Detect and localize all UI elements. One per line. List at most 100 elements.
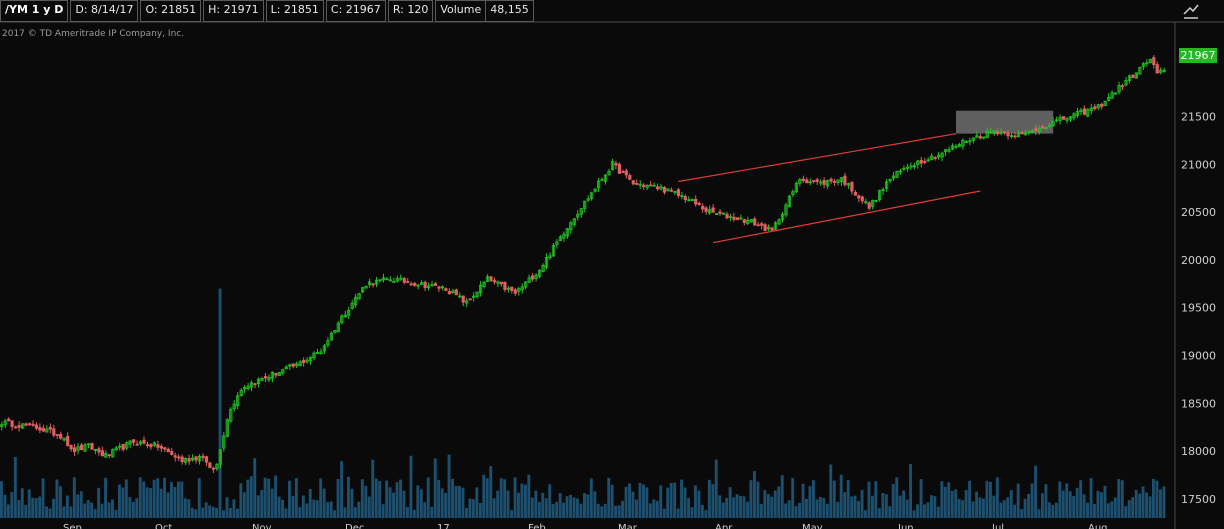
volume-bar [31, 497, 35, 518]
volume-bar [936, 506, 940, 518]
candle [697, 201, 701, 206]
candle-body [996, 131, 1000, 135]
consolidation-box [956, 110, 1054, 134]
volume-bar [579, 503, 583, 518]
volume-bar [596, 503, 600, 518]
channel-lower-line [712, 190, 981, 244]
volume-bar [1034, 465, 1037, 518]
candle [288, 363, 292, 370]
candle [871, 199, 875, 210]
candle [183, 457, 188, 466]
candle-body [163, 447, 167, 450]
candle-body [454, 289, 458, 296]
volume-bar [867, 481, 871, 518]
volume-bar [1013, 504, 1017, 518]
volume-bar [385, 480, 389, 518]
candle-body [631, 180, 635, 185]
x-tick-label: Feb [528, 523, 546, 529]
candle [315, 348, 320, 354]
candle [746, 216, 750, 225]
candle [597, 178, 601, 192]
candle [125, 441, 129, 451]
volume-bar [1037, 509, 1041, 518]
candle-body [867, 202, 871, 209]
volume-bar [805, 498, 808, 518]
volume-bar [513, 477, 517, 518]
volume-bar [62, 506, 66, 518]
candle-body [173, 455, 177, 458]
candle-body [489, 276, 493, 282]
trendline-icon[interactable] [1180, 1, 1202, 21]
volume-bar [90, 502, 94, 518]
candle [957, 142, 962, 148]
volume-bar [749, 480, 753, 518]
candle [347, 306, 351, 319]
volume-bar [197, 478, 201, 518]
y-tick-label: 18000 [1181, 445, 1216, 458]
volume-bar [305, 503, 309, 518]
volume-bar [999, 502, 1003, 518]
candle-body [503, 281, 507, 290]
candle [704, 206, 708, 215]
volume-bar [707, 479, 711, 518]
volume-bar [527, 474, 531, 518]
price-chart[interactable]: 21500 21000 20500 20000 19500 19000 18500 18000… [0, 0, 1224, 529]
candle-body [1082, 108, 1086, 115]
candle [107, 454, 111, 459]
candle [690, 198, 694, 202]
candle [614, 160, 618, 169]
volume-bar [340, 461, 343, 518]
volume-bar [69, 506, 73, 518]
volume-bar [825, 503, 829, 518]
volume-bar [409, 455, 413, 518]
volume-bar [395, 482, 399, 518]
volume-bar [735, 494, 739, 518]
candle [815, 177, 819, 185]
candle [562, 231, 566, 242]
candle [520, 283, 524, 294]
volume-bar [499, 478, 503, 518]
volume-bar [548, 484, 552, 518]
x-tick-label: 17 [437, 523, 450, 529]
volume-bar [315, 500, 319, 518]
candle [0, 421, 4, 431]
candle [93, 448, 97, 455]
candle [715, 213, 719, 216]
symbol-label[interactable]: /YM 1 y D [0, 0, 69, 22]
candle-body [100, 450, 104, 457]
volume-bar [583, 493, 586, 518]
volume-bar [912, 510, 916, 518]
volume-bar [399, 479, 402, 518]
candle-body [621, 171, 625, 173]
volume-bar [572, 497, 576, 518]
candle [104, 450, 108, 458]
volume-bar [655, 500, 659, 518]
volume-bar [100, 503, 104, 518]
volume-bar [34, 498, 38, 518]
candle [260, 376, 264, 381]
volume-bar [652, 499, 656, 518]
candle-body [461, 295, 465, 303]
candle-body [301, 359, 306, 363]
candle [853, 190, 858, 196]
candle [565, 228, 569, 239]
volume-bar [1127, 500, 1131, 518]
candle [239, 388, 243, 397]
candle [1079, 107, 1083, 116]
volume-bar [59, 486, 62, 518]
volume-bar [170, 482, 173, 518]
candle-body [763, 224, 767, 232]
volume-bar [433, 458, 437, 518]
volume-bar [871, 495, 874, 518]
candle-body [1062, 116, 1066, 120]
date-field: D: 8/14/17 [70, 0, 139, 22]
candle-body [1155, 64, 1159, 74]
volume-bar [312, 499, 316, 518]
x-tick-label: May [802, 523, 823, 529]
candle [343, 310, 347, 318]
candle [832, 179, 837, 186]
volume-bar [211, 506, 215, 518]
candle-body [34, 424, 39, 429]
candle [558, 235, 563, 241]
candle-body [805, 179, 809, 184]
